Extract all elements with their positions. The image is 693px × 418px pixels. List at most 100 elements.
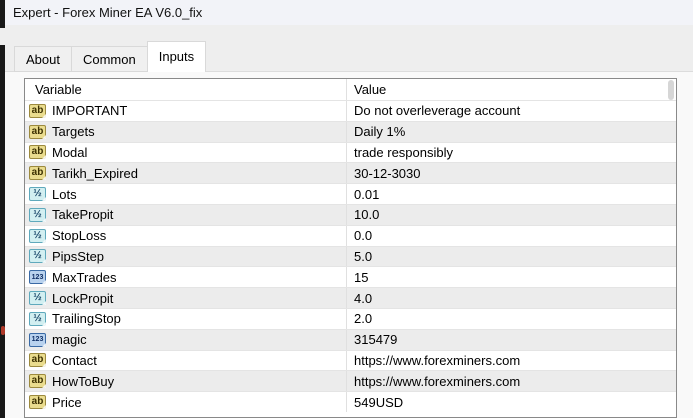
variable-label: TrailingStop <box>52 311 121 327</box>
tab-bar: About Common Inputs <box>14 41 207 72</box>
table-row[interactable]: ½ TrailingStop 2.0 <box>25 307 676 329</box>
parameter-type-icon: ab <box>29 103 46 118</box>
parameter-type-icon: ab <box>29 395 46 410</box>
variable-label: PipsStep <box>52 248 105 264</box>
value-label: 4.0 <box>354 290 373 306</box>
parameter-type-icon: ½ <box>29 228 46 243</box>
parameter-type-icon: ab <box>29 124 46 139</box>
value-label: 30-12-3030 <box>354 165 421 181</box>
parameter-type-icon: ½ <box>29 291 46 306</box>
variable-cell[interactable]: 123 magic <box>25 330 346 350</box>
value-cell[interactable]: 4.0 <box>346 288 676 308</box>
variable-cell[interactable]: ½ StopLoss <box>25 226 346 246</box>
value-cell[interactable]: 10.0 <box>346 204 676 225</box>
variable-cell[interactable]: ½ TrailingStop <box>25 309 346 329</box>
variable-label: Lots <box>52 186 77 202</box>
background-chart-red-mark <box>1 326 5 335</box>
variable-label: MaxTrades <box>52 269 117 285</box>
value-cell[interactable]: https://www.forexminers.com <box>346 350 676 371</box>
value-label: 5.0 <box>354 248 373 264</box>
variable-label: Contact <box>52 352 97 368</box>
variable-cell[interactable]: ab Targets <box>25 122 346 142</box>
table-row[interactable]: ab Price 549USD <box>25 391 676 412</box>
parameter-type-icon: ½ <box>29 249 46 264</box>
table-row[interactable]: ½ LockPropit 4.0 <box>25 287 676 308</box>
table-row[interactable]: 123 MaxTrades 15 <box>25 266 676 288</box>
table-row[interactable]: ab Modal trade responsibly <box>25 141 676 163</box>
variable-label: Targets <box>52 124 95 140</box>
value-label: 0.01 <box>354 186 380 202</box>
table-row[interactable]: ½ Lots 0.01 <box>25 183 676 204</box>
background-window-edge-bottom <box>0 45 5 418</box>
variable-cell[interactable]: 123 MaxTrades <box>25 267 346 287</box>
variable-cell[interactable]: ab HowToBuy <box>25 371 346 391</box>
value-cell[interactable]: 0.0 <box>346 225 676 246</box>
parameter-type-icon: ½ <box>29 207 46 222</box>
value-label: 2.0 <box>354 311 373 327</box>
value-label: Daily 1% <box>354 124 406 140</box>
parameter-type-icon: 123 <box>29 270 46 285</box>
column-header-variable: Variable <box>35 82 82 97</box>
table-header-row: Variable Value <box>25 79 676 100</box>
value-cell[interactable]: 0.01 <box>346 184 676 204</box>
variable-cell[interactable]: ½ PipsStep <box>25 247 346 267</box>
background-window-edge-top <box>0 0 5 28</box>
tab-common[interactable]: Common <box>71 46 148 72</box>
variable-cell[interactable]: ab IMPORTANT <box>25 101 346 121</box>
value-cell[interactable]: 315479 <box>346 329 676 350</box>
value-cell[interactable]: trade responsibly <box>346 142 676 163</box>
variable-label: HowToBuy <box>52 373 115 389</box>
value-cell[interactable]: 30-12-3030 <box>346 163 676 184</box>
value-label: 10.0 <box>354 207 380 223</box>
parameter-type-icon: ½ <box>29 311 46 326</box>
variable-label: LockPropit <box>52 290 114 306</box>
value-cell[interactable]: Daily 1% <box>346 121 676 142</box>
value-cell[interactable]: 15 <box>346 267 676 288</box>
table-row[interactable]: 123 magic 315479 <box>25 328 676 350</box>
table-body: ab IMPORTANT Do not overleverage account… <box>25 100 676 412</box>
table-row[interactable]: ab Contact https://www.forexminers.com <box>25 349 676 371</box>
value-cell[interactable]: Do not overleverage account <box>346 101 676 121</box>
variable-label: Price <box>52 394 82 410</box>
table-row[interactable]: ½ TakePropit 10.0 <box>25 203 676 225</box>
variable-cell[interactable]: ½ LockPropit <box>25 288 346 308</box>
table-row[interactable]: ½ PipsStep 5.0 <box>25 245 676 267</box>
table-row[interactable]: ab Targets Daily 1% <box>25 120 676 142</box>
table-row[interactable]: ½ StopLoss 0.0 <box>25 224 676 246</box>
tab-inputs[interactable]: Inputs <box>146 41 207 72</box>
parameter-type-icon: ab <box>29 374 46 389</box>
variable-cell[interactable]: ½ Lots <box>25 184 346 204</box>
variable-label: magic <box>52 332 87 348</box>
parameter-type-icon: ab <box>29 166 46 181</box>
parameter-type-icon: 123 <box>29 332 46 347</box>
variable-cell[interactable]: ab Tarikh_Expired <box>25 163 346 183</box>
value-label: 315479 <box>354 332 398 348</box>
table-row[interactable]: ab HowToBuy https://www.forexminers.com <box>25 370 676 392</box>
value-label: https://www.forexminers.com <box>354 352 521 368</box>
window-titlebar[interactable]: Expert - Forex Miner EA V6.0_fix <box>0 0 693 25</box>
variable-cell[interactable]: ab Price <box>25 392 346 412</box>
value-label: 0.0 <box>354 228 373 244</box>
variable-label: IMPORTANT <box>52 103 128 119</box>
value-label: Do not overleverage account <box>354 103 521 119</box>
column-header-value: Value <box>346 79 676 100</box>
tab-about[interactable]: About <box>14 46 72 72</box>
variable-label: TakePropit <box>52 207 114 223</box>
vertical-scrollbar-thumb[interactable] <box>668 80 674 100</box>
value-cell[interactable]: 5.0 <box>346 246 676 267</box>
value-label: https://www.forexminers.com <box>354 373 521 389</box>
value-label: 549USD <box>354 394 404 410</box>
variable-cell[interactable]: ab Contact <box>25 351 346 371</box>
inputs-table: Variable Value ab IMPORTANT Do not overl… <box>24 78 677 418</box>
variable-cell[interactable]: ½ TakePropit <box>25 205 346 225</box>
variable-label: StopLoss <box>52 228 107 244</box>
value-cell[interactable]: 2.0 <box>346 308 676 329</box>
variable-cell[interactable]: ab Modal <box>25 143 346 163</box>
value-cell[interactable]: 549USD <box>346 392 676 412</box>
table-row[interactable]: ab IMPORTANT Do not overleverage account <box>25 100 676 121</box>
variable-label: Tarikh_Expired <box>52 165 138 181</box>
table-row[interactable]: ab Tarikh_Expired 30-12-3030 <box>25 162 676 184</box>
value-cell[interactable]: https://www.forexminers.com <box>346 371 676 392</box>
parameter-type-icon: ab <box>29 145 46 160</box>
value-label: 15 <box>354 269 369 285</box>
